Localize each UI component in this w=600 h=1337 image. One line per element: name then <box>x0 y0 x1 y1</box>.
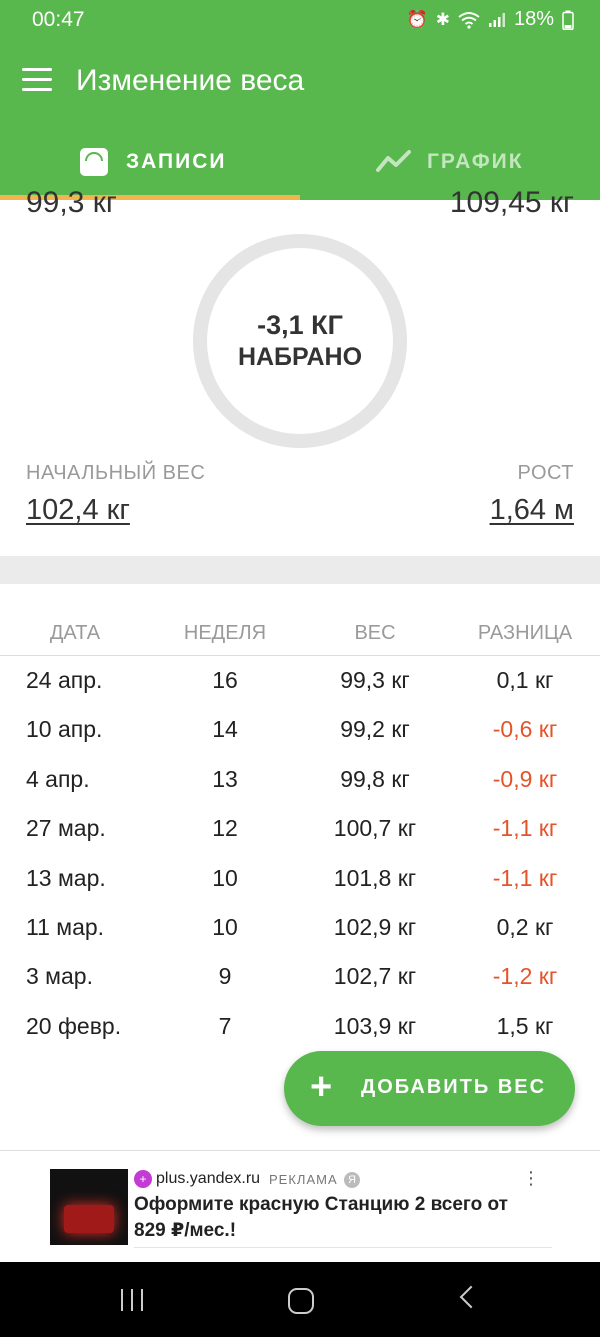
row-date: 11 мар. <box>26 913 105 940</box>
progress-ring: -3,1 КГ НАБРАНО <box>193 234 407 448</box>
table-row[interactable]: 3 мар. 9 102,7 кг -1,2 кг <box>0 953 600 1002</box>
scale-icon <box>80 148 108 176</box>
row-date: 24 апр. <box>26 667 103 693</box>
ad-domain[interactable]: + plus.yandex.ru <box>134 1170 260 1188</box>
table-row[interactable]: 11 мар. 10 102,9 кг 0,2 кг <box>0 904 600 953</box>
more-options-icon[interactable]: ⋮ <box>522 1168 540 1189</box>
yandex-icon: Я <box>344 1172 360 1188</box>
row-weight: 99,8 кг <box>340 765 410 792</box>
row-difference: -0,9 кг <box>492 765 558 792</box>
status-time: 00:47 <box>32 8 85 31</box>
column-difference: РАЗНИЦА <box>477 622 573 644</box>
recent-apps-icon[interactable] <box>119 1289 147 1311</box>
back-icon[interactable] <box>459 1285 483 1309</box>
column-week: НЕДЕЛЯ <box>183 622 267 644</box>
table-header: ДАТА НЕДЕЛЯ ВЕС РАЗНИЦА <box>0 610 600 656</box>
row-date: 3 мар. <box>26 963 93 990</box>
current-weight: 99,3 кг <box>26 186 117 219</box>
tab-chart-label: ГРАФИК <box>427 150 524 173</box>
start-weight-label: НАЧАЛЬНЫЙ ВЕС <box>26 462 206 484</box>
chart-line-icon <box>376 150 411 172</box>
tab-records-label: ЗАПИСИ <box>126 150 227 173</box>
height-value[interactable]: 1,64 м <box>490 494 574 527</box>
row-weight: 99,2 кг <box>340 716 410 743</box>
row-week: 10 <box>212 864 238 891</box>
row-difference: 1,5 кг <box>496 1012 554 1039</box>
column-weight: ВЕС <box>354 622 396 644</box>
row-date: 10 апр. <box>26 716 103 743</box>
system-nav-bar <box>0 1262 600 1337</box>
ad-banner[interactable]: + plus.yandex.ru РЕКЛАМА Я ⋮ Оформите кра… <box>48 1166 552 1248</box>
row-week: 7 <box>218 1012 232 1039</box>
row-week: 16 <box>212 667 238 693</box>
row-difference: 0,1 кг <box>496 667 554 693</box>
row-week: 14 <box>212 716 238 743</box>
row-weight: 99,3 кг <box>340 667 410 693</box>
row-difference: 0,2 кг <box>496 913 554 940</box>
battery-icon <box>562 10 574 30</box>
row-week: 9 <box>218 963 232 990</box>
table-row[interactable]: 10 апр. 14 99,2 кг -0,6 кг <box>0 706 600 755</box>
battery-percent: 18% <box>513 8 554 30</box>
row-date: 13 мар. <box>26 864 106 891</box>
alarm-icon: ⏰ <box>406 9 428 29</box>
row-weight: 102,9 кг <box>333 913 417 940</box>
row-date: 27 мар. <box>26 815 106 842</box>
menu-icon[interactable] <box>22 68 52 92</box>
status-bar: 00:47 ⏰ ✱ 18% <box>0 0 600 42</box>
status-icons: ⏰ ✱ 18% <box>407 8 574 31</box>
ad-badge: РЕКЛАМА <box>269 1172 338 1187</box>
row-date: 20 февр. <box>26 1012 122 1039</box>
section-divider <box>0 556 600 584</box>
row-week: 10 <box>212 913 238 940</box>
row-difference: -1,2 кг <box>492 963 558 990</box>
ad-divider <box>134 1247 552 1248</box>
start-weight-value[interactable]: 102,4 кг <box>26 494 130 527</box>
height-label: РОСТ <box>517 462 574 484</box>
row-week: 12 <box>212 815 238 842</box>
column-date: ДАТА <box>49 622 101 644</box>
page-title: Изменение веса <box>76 64 305 97</box>
weight-records-list: 24 апр. 16 99,3 кг 0,1 кг 10 апр. 14 99,… <box>0 657 600 1052</box>
ad-text[interactable]: Оформите красную Станцию 2 всего от 829 … <box>134 1192 534 1244</box>
table-row[interactable]: 13 мар. 10 101,8 кг -1,1 кг <box>0 855 600 904</box>
row-difference: -1,1 кг <box>492 815 558 842</box>
yandex-plus-icon: + <box>134 1170 152 1188</box>
row-weight: 103,9 кг <box>333 1012 417 1039</box>
table-row[interactable]: 4 апр. 13 99,8 кг -0,9 кг <box>0 756 600 805</box>
weight-change-label: НАБРАНО <box>237 343 363 371</box>
row-date: 4 апр. <box>26 765 90 792</box>
add-weight-button[interactable]: + ДОБАВИТЬ ВЕС <box>284 1051 575 1126</box>
row-weight: 102,7 кг <box>333 963 417 990</box>
ad-image[interactable] <box>50 1169 128 1245</box>
wifi-icon <box>458 11 480 29</box>
row-difference: -0,6 кг <box>492 716 558 743</box>
bluetooth-icon: ✱ <box>435 9 450 29</box>
home-icon[interactable] <box>288 1288 314 1314</box>
row-week: 13 <box>212 765 238 792</box>
table-row[interactable]: 20 февр. 7 103,9 кг 1,5 кг <box>0 1003 600 1052</box>
goal-weight: 109,45 кг <box>449 186 574 219</box>
add-weight-label: ДОБАВИТЬ ВЕС <box>361 1076 547 1098</box>
row-difference: -1,1 кг <box>492 864 558 891</box>
table-row[interactable]: 27 мар. 12 100,7 кг -1,1 кг <box>0 805 600 854</box>
row-weight: 101,8 кг <box>333 864 417 891</box>
row-weight: 100,7 кг <box>333 815 417 842</box>
ad-separator <box>0 1150 600 1151</box>
table-row[interactable]: 24 апр. 16 99,3 кг 0,1 кг <box>0 657 600 706</box>
plus-icon: + <box>310 1066 333 1108</box>
app-bar: Изменение веса <box>0 42 600 128</box>
signal-icon <box>488 12 505 27</box>
weight-change-value: -3,1 КГ <box>257 310 343 340</box>
